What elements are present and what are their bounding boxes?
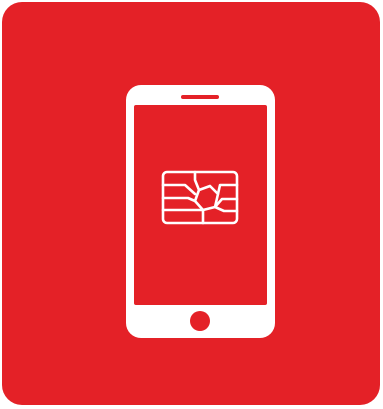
phone-outline-icon xyxy=(126,85,275,338)
app-tile xyxy=(2,2,380,405)
home-button xyxy=(190,311,210,331)
speaker-slot xyxy=(181,95,219,99)
smartphone-sim-card-icon xyxy=(2,2,380,405)
